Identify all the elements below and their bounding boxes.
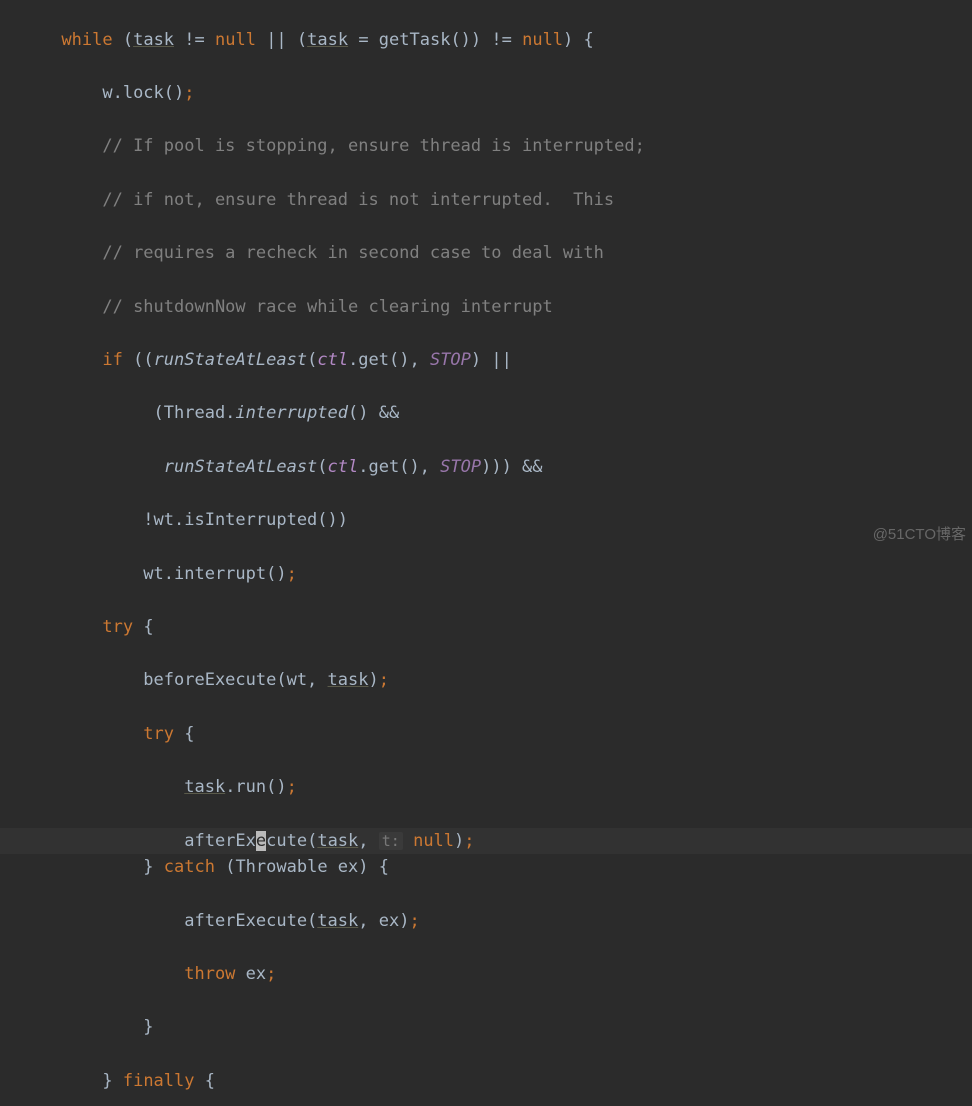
code-line: wt.interrupt();	[0, 561, 972, 588]
code-line: beforeExecute(wt, task);	[0, 667, 972, 694]
code-line: } finally {	[0, 1068, 972, 1095]
code-line: (Thread.interrupted() &&	[0, 400, 972, 427]
code-line: try {	[0, 721, 972, 748]
code-line: afterExecute(task, ex);	[0, 908, 972, 935]
code-line: runStateAtLeast(ctl.get(), STOP))) &&	[0, 454, 972, 481]
code-line: task.run();	[0, 774, 972, 801]
code-line-comment: // if not, ensure thread is not interrup…	[0, 187, 972, 214]
code-line-current: afterExecute(task, t: null);	[0, 828, 972, 855]
watermark: @51CTO博客	[873, 522, 966, 549]
code-line: w.lock();	[0, 80, 972, 107]
code-line: try {	[0, 614, 972, 641]
text-caret: e	[256, 831, 266, 851]
code-line-comment: // requires a recheck in second case to …	[0, 240, 972, 267]
code-line: }	[0, 1014, 972, 1041]
code-line: !wt.isInterrupted())	[0, 507, 972, 534]
code-editor[interactable]: while (task != null || (task = getTask()…	[0, 0, 972, 1106]
code-line: if ((runStateAtLeast(ctl.get(), STOP) ||	[0, 347, 972, 374]
code-line: while (task != null || (task = getTask()…	[0, 27, 972, 54]
param-hint: t:	[379, 832, 403, 850]
code-line: throw ex;	[0, 961, 972, 988]
code-line-comment: // If pool is stopping, ensure thread is…	[0, 133, 972, 160]
code-line-comment: // shutdownNow race while clearing inter…	[0, 294, 972, 321]
code-line: } catch (Throwable ex) {	[0, 854, 972, 881]
